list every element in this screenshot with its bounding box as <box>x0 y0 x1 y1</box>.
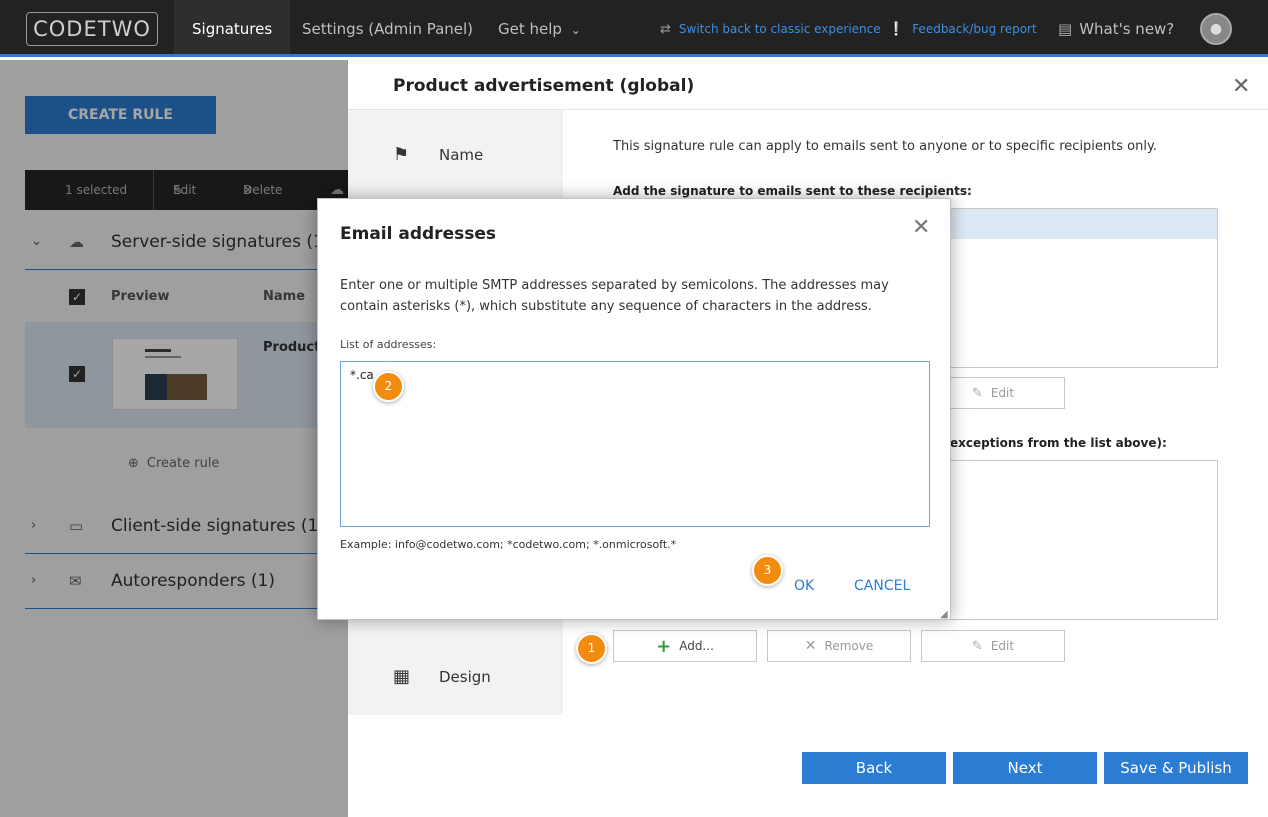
step-name[interactable]: ⚑ Name <box>393 144 483 165</box>
addresses-textarea[interactable]: *.ca <box>340 361 930 527</box>
nav-signatures[interactable]: Signatures <box>174 0 291 57</box>
switch-classic-link[interactable]: ⇄ Switch back to classic experience <box>660 0 881 57</box>
remove-exception-button[interactable]: ✕ Remove <box>767 630 911 662</box>
feedback-icon: ❕ <box>888 22 905 37</box>
remove-icon: ✕ <box>804 638 817 654</box>
back-button[interactable]: Back <box>802 752 946 784</box>
close-icon[interactable]: ✕ <box>912 215 930 240</box>
next-button[interactable]: Next <box>953 752 1097 784</box>
recipients-heading: Add the signature to emails sent to thes… <box>613 184 972 198</box>
nav-settings[interactable]: Settings (Admin Panel) <box>302 0 473 57</box>
top-navigation-bar: CODETWO Signatures Settings (Admin Panel… <box>0 0 1268 57</box>
pencil-icon: ✎ <box>971 386 983 401</box>
chevron-down-icon: ⌄ <box>570 23 581 37</box>
recipients-intro: This signature rule can apply to emails … <box>613 139 1157 154</box>
avatar[interactable]: ● <box>1200 13 1232 45</box>
step-marker: 2 <box>373 371 404 402</box>
panel-title: Product advertisement (global) <box>393 76 695 96</box>
ok-button[interactable]: OK <box>794 578 814 594</box>
dialog-title: Email addresses <box>340 224 496 244</box>
close-icon[interactable]: ✕ <box>1232 74 1250 99</box>
modal-backdrop <box>0 60 348 817</box>
edit-button-label: Edit <box>990 386 1015 400</box>
remove-button-label: Remove <box>824 639 874 653</box>
nav-get-help-label: Get help <box>498 20 562 38</box>
edit-exception-button[interactable]: ✎ Edit <box>921 630 1065 662</box>
plus-icon: + <box>656 636 672 657</box>
switch-icon: ⇄ <box>660 22 671 37</box>
step-design[interactable]: ▦ Design <box>393 666 491 687</box>
signpost-icon: ⚑ <box>393 144 410 165</box>
switch-classic-label: Switch back to classic experience <box>678 22 881 36</box>
whats-new-label: What's new? <box>1079 20 1175 38</box>
add-button-label: Add... <box>679 639 714 653</box>
dialog-description: Enter one or multiple SMTP addresses sep… <box>340 278 889 314</box>
step-marker: 3 <box>752 555 783 586</box>
feedback-link[interactable]: ❕ Feedback/bug report <box>888 0 1037 57</box>
addresses-example: Example: info@codetwo.com; *codetwo.com;… <box>340 538 677 551</box>
exceptions-heading: exceptions from the list above): <box>950 436 1167 450</box>
user-icon: ● <box>1209 21 1223 37</box>
step-name-label: Name <box>439 146 484 164</box>
codetwo-logo[interactable]: CODETWO <box>26 12 158 46</box>
step-design-label: Design <box>439 668 491 686</box>
step-marker: 1 <box>576 633 607 664</box>
add-exception-button[interactable]: + Add... <box>613 630 757 662</box>
whats-new-link[interactable]: ▤ What's new? <box>1058 0 1174 57</box>
design-icon: ▦ <box>393 666 411 687</box>
resize-grip-icon[interactable]: ◢ <box>940 609 948 620</box>
whats-new-icon: ▤ <box>1058 20 1073 38</box>
pencil-icon: ✎ <box>971 639 983 654</box>
addresses-label: List of addresses: <box>340 338 437 351</box>
nav-get-help[interactable]: Get help ⌄ <box>498 0 581 57</box>
save-publish-button[interactable]: Save & Publish <box>1104 752 1248 784</box>
cancel-button[interactable]: CANCEL <box>854 578 910 594</box>
feedback-label: Feedback/bug report <box>912 22 1037 36</box>
email-addresses-dialog: Email addresses ✕ Enter one or multiple … <box>317 198 951 620</box>
edit-button-label: Edit <box>990 639 1015 653</box>
